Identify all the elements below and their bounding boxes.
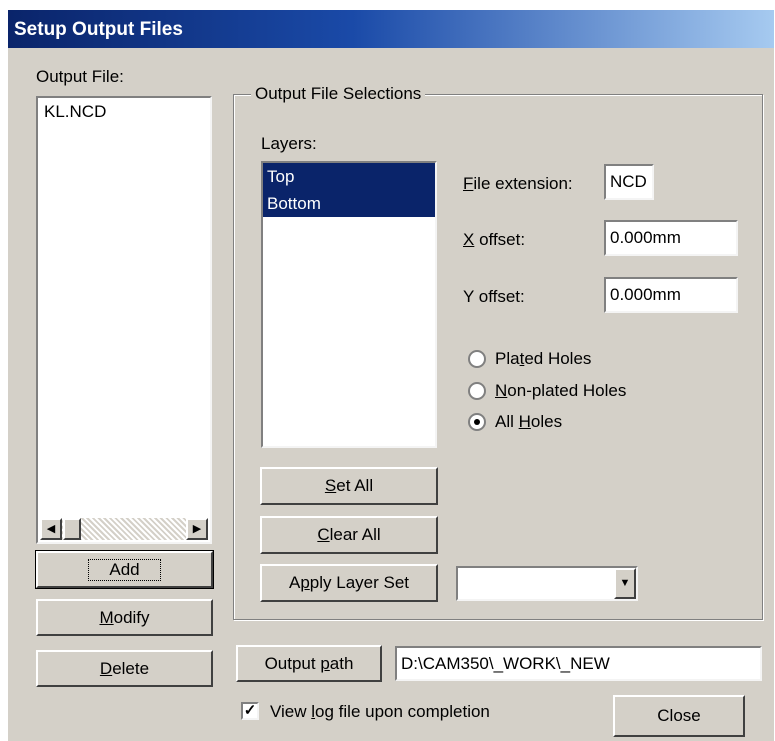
output-file-selections-title: Output File Selections: [251, 84, 426, 104]
scroll-left-icon[interactable]: ◀: [40, 518, 62, 540]
radio-non-plated-holes[interactable]: [468, 382, 486, 400]
x-offset-field[interactable]: [604, 220, 738, 256]
output-path-field[interactable]: [395, 646, 762, 681]
y-offset-label: Y offset:: [463, 287, 525, 306]
close-label: Close: [657, 706, 701, 725]
y-offset-field[interactable]: [604, 277, 738, 313]
view-log-checkbox[interactable]: ✓: [241, 702, 259, 720]
clear-all-button[interactable]: Clear All: [260, 516, 438, 554]
clear-all-label: Clear All: [317, 525, 381, 544]
file-extension-field[interactable]: [604, 164, 654, 200]
radio-all-holes[interactable]: [468, 413, 486, 431]
output-path-button[interactable]: Output path: [236, 645, 382, 682]
plated-holes-label[interactable]: Plated Holes: [495, 349, 591, 369]
output-path-label: Output path: [264, 653, 354, 673]
output-file-list[interactable]: KL.NCD ◀ ▶: [36, 96, 212, 544]
horizontal-scrollbar[interactable]: ◀ ▶: [40, 518, 208, 540]
layer-item-top[interactable]: Top: [263, 163, 435, 190]
apply-layer-set-label: Apply Layer Set: [288, 573, 410, 592]
add-button[interactable]: Add: [35, 550, 214, 589]
x-offset-label: X offset:: [463, 230, 526, 249]
delete-button[interactable]: Delete: [36, 650, 213, 687]
setup-output-files-dialog: Setup Output Files Output File: KL.NCD ◀…: [8, 10, 774, 741]
radio-plated-holes[interactable]: [468, 350, 486, 368]
all-holes-label[interactable]: All Holes: [495, 412, 562, 432]
file-extension-label: File extension:: [463, 174, 573, 193]
scroll-thumb[interactable]: [63, 518, 81, 540]
set-all-label: Set All: [324, 476, 374, 495]
scroll-right-icon[interactable]: ▶: [186, 518, 208, 540]
window-title: Setup Output Files: [14, 19, 183, 40]
delete-label: Delete: [99, 658, 150, 678]
layers-list[interactable]: Top Bottom: [261, 161, 437, 448]
add-button-label: Add: [88, 558, 161, 581]
radio-selected-dot: [474, 419, 480, 425]
view-log-label[interactable]: View log file upon completion: [270, 702, 490, 722]
title-bar[interactable]: Setup Output Files: [8, 10, 774, 48]
output-file-item[interactable]: KL.NCD: [38, 98, 210, 125]
chevron-down-icon[interactable]: ▼: [614, 568, 636, 599]
output-file-label: Output File:: [36, 67, 124, 86]
close-button[interactable]: Close: [613, 695, 745, 737]
non-plated-holes-label[interactable]: Non-plated Holes: [495, 381, 626, 401]
set-all-button[interactable]: Set All: [260, 467, 438, 505]
layer-set-dropdown[interactable]: ▼: [456, 566, 638, 601]
layers-label: Layers:: [261, 134, 317, 153]
modify-button[interactable]: Modify: [36, 599, 213, 636]
layer-item-bottom[interactable]: Bottom: [263, 190, 435, 217]
modify-label: Modify: [99, 607, 150, 627]
apply-layer-set-button[interactable]: Apply Layer Set: [260, 564, 438, 602]
